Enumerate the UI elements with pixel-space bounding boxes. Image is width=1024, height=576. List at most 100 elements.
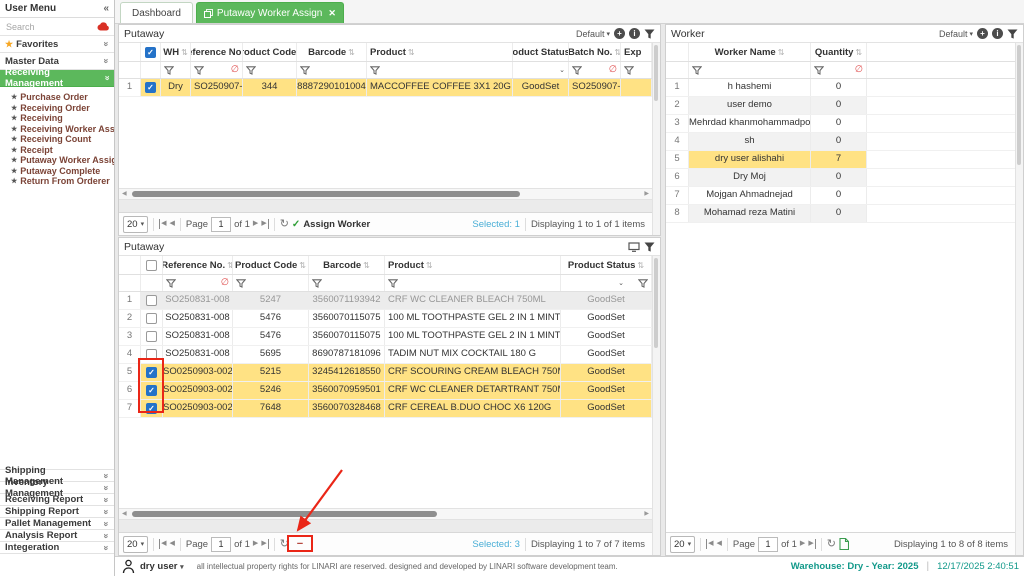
header-reference-no[interactable]: Reference No.⇅	[163, 256, 233, 274]
horizontal-scrollbar[interactable]: ◀ ▶	[119, 188, 652, 200]
filter-icon[interactable]	[194, 66, 204, 75]
filter-icon[interactable]	[166, 279, 176, 288]
table-row[interactable]: 6✓SO0250903-00252463560070959501CRF WC C…	[119, 382, 652, 400]
filter-quantity[interactable]: ∅	[811, 62, 867, 78]
table-row[interactable]: 3SO250831-00854763560070115075100 ML TOO…	[119, 328, 652, 346]
header-product[interactable]: Product⇅	[385, 256, 561, 274]
header-select-all[interactable]	[141, 256, 163, 274]
scrollbar-thumb[interactable]	[132, 511, 437, 517]
table-row[interactable]: 3Mehrdad khanmohammadpour0	[666, 115, 1015, 133]
next-page-button[interactable]: ▶	[253, 219, 258, 229]
table-row[interactable]: 2user demo0	[666, 97, 1015, 115]
table-row[interactable]: 1✓DrySO250907-0093448887290101004MACCOFF…	[119, 79, 652, 97]
vertical-scrollbar[interactable]	[1015, 43, 1023, 555]
row-checkbox[interactable]	[146, 349, 157, 360]
remove-worker-button[interactable]: −	[292, 538, 308, 550]
filter-icon[interactable]	[1007, 29, 1018, 39]
page-input[interactable]	[758, 537, 778, 552]
sidebar-section[interactable]: Inventory Management»	[0, 482, 114, 494]
page-input[interactable]	[211, 537, 231, 552]
first-page-button[interactable]: ◀	[706, 539, 713, 549]
clear-cache-icon[interactable]	[97, 22, 110, 31]
info-icon[interactable]: i	[629, 28, 640, 39]
scrollbar-thumb[interactable]	[654, 45, 658, 101]
prev-page-button[interactable]: ◀	[716, 539, 721, 549]
current-user-menu[interactable]: dry user ▾	[140, 561, 184, 572]
filter-worker-name[interactable]	[689, 62, 811, 78]
horizontal-scrollbar[interactable]: ◀ ▶	[119, 508, 652, 520]
sidebar-item[interactable]: ★Putaway Complete	[0, 166, 114, 177]
sidebar-item[interactable]: ★Receipt	[0, 145, 114, 156]
filter-reference-no[interactable]: ∅	[163, 275, 233, 291]
select-all-checkbox[interactable]: ✓	[145, 47, 156, 58]
filter-product[interactable]	[385, 275, 561, 291]
page-size-select[interactable]: 20▾	[670, 536, 695, 553]
scroll-right-icon[interactable]: ▶	[644, 190, 649, 199]
header-product-code[interactable]: Product Code⇅	[243, 43, 297, 61]
page-input[interactable]	[211, 217, 231, 232]
filter-product-code[interactable]	[233, 275, 309, 291]
header-barcode[interactable]: Barcode⇅	[297, 43, 367, 61]
header-product-status[interactable]: Product Status⇅	[513, 43, 569, 61]
last-page-button[interactable]: ▶	[808, 539, 815, 549]
header-select-all[interactable]: ✓	[141, 43, 161, 61]
filter-exp[interactable]	[621, 62, 652, 78]
table-row[interactable]: 6Dry Moj0	[666, 169, 1015, 187]
view-selector[interactable]: Default ▾	[576, 29, 610, 39]
page-size-select[interactable]: 20▾	[123, 216, 148, 233]
sidebar-item[interactable]: ★Putaway Worker Assign	[0, 155, 114, 166]
header-product-status[interactable]: Product Status⇅	[561, 256, 652, 274]
filter-icon[interactable]	[312, 279, 322, 288]
filter-icon[interactable]	[814, 66, 824, 75]
vertical-scrollbar[interactable]	[652, 256, 660, 555]
filter-product[interactable]	[367, 62, 513, 78]
scrollbar-thumb[interactable]	[132, 191, 520, 197]
filter-reference-no[interactable]: ∅	[191, 62, 243, 78]
page-size-select[interactable]: 20▾	[123, 536, 148, 553]
filter-icon[interactable]	[388, 279, 398, 288]
sidebar-item[interactable]: ★Receiving Order	[0, 103, 114, 114]
filter-product-status[interactable]: ⌄	[513, 62, 569, 78]
header-reference-no[interactable]: Reference No.⇅	[191, 43, 243, 61]
assign-worker-button[interactable]: ✓ Assign Worker	[292, 219, 370, 230]
last-page-button[interactable]: ▶	[261, 539, 268, 549]
filter-wh[interactable]	[161, 62, 191, 78]
table-row[interactable]: 4SO250831-00856958690787181096TADIM NUT …	[119, 346, 652, 364]
scroll-right-icon[interactable]: ▶	[644, 510, 649, 519]
select-all-checkbox[interactable]	[146, 260, 157, 271]
filter-product-code[interactable]	[243, 62, 297, 78]
sidebar-item[interactable]: ★Return From Orderer	[0, 176, 114, 187]
close-tab-icon[interactable]: ✕	[328, 8, 336, 19]
next-page-button[interactable]: ▶	[800, 539, 805, 549]
filter-icon[interactable]	[164, 66, 174, 75]
sidebar-section[interactable]: Integeration»	[0, 542, 114, 554]
add-icon[interactable]: +	[614, 28, 625, 39]
sidebar-item[interactable]: ★Receiving	[0, 113, 114, 124]
scroll-left-icon[interactable]: ◀	[122, 190, 127, 199]
clear-filter-icon[interactable]: ∅	[855, 65, 863, 75]
first-page-button[interactable]: ◀	[159, 219, 166, 229]
filter-icon[interactable]	[236, 279, 246, 288]
row-checkbox[interactable]	[146, 331, 157, 342]
search-input[interactable]	[4, 21, 97, 33]
filter-batch-no[interactable]: ∅	[569, 62, 621, 78]
header-exp[interactable]: Exp	[621, 43, 652, 61]
row-checkbox[interactable]	[146, 313, 157, 324]
refresh-icon[interactable]: ↻	[280, 538, 289, 550]
filter-icon[interactable]	[300, 66, 310, 75]
filter-icon[interactable]	[644, 242, 655, 252]
filter-barcode[interactable]	[309, 275, 385, 291]
sidebar-item[interactable]: ★Receiving Worker Assign	[0, 124, 114, 135]
sidebar-section[interactable]: Analysis Report»	[0, 530, 114, 542]
table-row[interactable]: 5dry user alishahi7	[666, 151, 1015, 169]
table-row[interactable]: 8Mohamad reza Matini0	[666, 205, 1015, 223]
header-product[interactable]: Product⇅	[367, 43, 513, 61]
sidebar-section-receiving-management[interactable]: Receiving Management «	[0, 70, 114, 87]
scroll-left-icon[interactable]: ◀	[122, 510, 127, 519]
table-row[interactable]: 4sh0	[666, 133, 1015, 151]
refresh-icon[interactable]: ↻	[280, 218, 289, 230]
filter-icon[interactable]	[572, 66, 582, 75]
prev-page-button[interactable]: ◀	[169, 219, 174, 229]
filter-product-status[interactable]: ⌄	[561, 275, 652, 291]
header-batch-no[interactable]: Batch No.⇅	[569, 43, 621, 61]
